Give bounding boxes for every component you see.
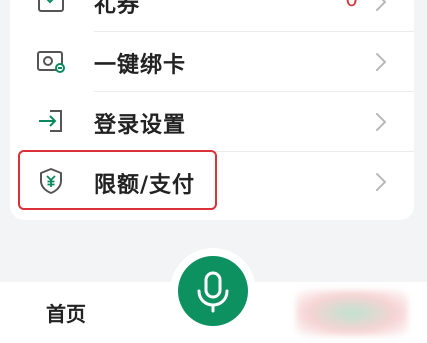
chevron-right-icon	[376, 113, 386, 131]
chevron-right-icon	[376, 53, 386, 71]
voice-button-wrap	[170, 248, 256, 334]
tab-home[interactable]: 首页	[46, 298, 86, 327]
chevron-right-icon	[376, 173, 386, 191]
voice-button[interactable]	[178, 256, 248, 326]
menu-item-label: 礼券	[94, 0, 141, 18]
microphone-icon	[197, 271, 229, 313]
menu-item-login-settings[interactable]: 登录设置	[10, 91, 414, 151]
menu-item-bind-card[interactable]: 一键绑卡	[10, 31, 414, 91]
tab-blurred[interactable]	[296, 290, 408, 336]
menu-item-label: 一键绑卡	[94, 53, 187, 78]
voucher-icon	[38, 0, 64, 12]
menu-item-label: 登录设置	[94, 113, 187, 138]
login-icon	[39, 110, 62, 132]
chevron-right-icon	[376, 0, 386, 11]
bind-card-icon	[37, 51, 65, 73]
menu-item-voucher[interactable]: 礼券 0	[10, 0, 414, 31]
highlight-box	[18, 150, 217, 210]
voucher-count: 0	[345, 0, 358, 11]
